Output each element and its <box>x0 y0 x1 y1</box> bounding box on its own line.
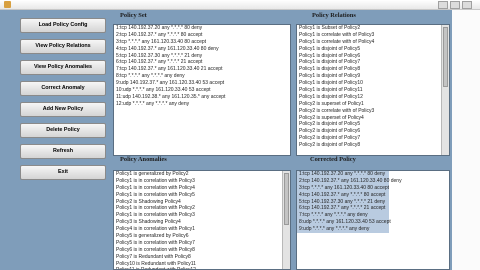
corrected-policy-item[interactable]: 4:tcp 140.192.37.* any *.*.*.* 80 accept <box>297 191 389 199</box>
refresh-button[interactable]: Refresh <box>20 144 106 159</box>
policy-relation-item[interactable]: Policy2 is disjoint of Policy7 <box>297 135 449 142</box>
policy-relation-item[interactable]: Policy2 is superset of Policy1 <box>297 101 449 108</box>
policy-set-item[interactable]: 3:tcp *.*.*.* any 161.120.33.40 80 accep… <box>114 39 290 46</box>
corrected-policy-list[interactable]: 1:tcp 140.192.37.20 any *.*.*.* 80 deny 2… <box>296 170 450 270</box>
policy-relation-item[interactable]: Policy2 is superset of Policy4 <box>297 115 449 122</box>
corrected-policy-item[interactable]: 9:udp *.*.*.* any *.*.*.* any deny <box>297 226 389 234</box>
policy-relation-item[interactable]: Policy1 is disjoint of Policy7 <box>297 59 449 66</box>
relations-scroll-thumb[interactable] <box>443 27 448 87</box>
policy-relation-item[interactable]: Policy1 is Subset of Policy2 <box>297 25 449 32</box>
correct-anomaly-button[interactable]: Correct Anomaly <box>20 81 106 96</box>
policy-set-item[interactable]: 6:tcp 140.192.37.* any *.*.*.* 21 accept <box>114 59 290 66</box>
policy-relation-item[interactable]: Policy1 is correlate with of Policy3 <box>297 32 449 39</box>
policy-set-item[interactable]: 10:udp *.*.*.* any 161.120.33.40 53 acce… <box>114 87 290 94</box>
corrected-policy-item[interactable]: 3:tcp *.*.*.* any 161.120.33.40 80 accep… <box>297 184 389 192</box>
policy-anomalies-list[interactable]: Policy1 is generalized by Policy2 Policy1… <box>113 170 291 270</box>
policy-relations-list[interactable]: Policy1 is Subset of Policy2 Policy1 is c… <box>296 24 450 156</box>
policy-relation-item[interactable]: Policy1 is disjoint of Policy6 <box>297 53 449 60</box>
policy-set-item[interactable]: 9:udp 140.192.37.* any 161.120.33.40 53 … <box>114 80 290 87</box>
policy-relation-item[interactable]: Policy1 is disjoint of Policy10 <box>297 80 449 87</box>
anomalies-scroll-thumb[interactable] <box>284 173 289 225</box>
policy-relation-item[interactable]: Policy1 is disjoint of Policy11 <box>297 87 449 94</box>
policy-anomaly-item[interactable]: Policy1 is generalized by Policy2 <box>114 171 290 178</box>
policy-anomaly-item[interactable]: Policy1 is in correlation with Policy3 <box>114 212 290 219</box>
policy-relation-item[interactable]: Policy2 is disjoint of Policy5 <box>297 121 449 128</box>
policy-set-item[interactable]: 5:tcp 140.192.37.30 any *.*.*.* 21 deny <box>114 53 290 60</box>
maximize-button[interactable] <box>450 1 460 9</box>
policy-anomaly-item[interactable]: Policy5 is generalized by Policy6 <box>114 233 290 240</box>
main-panel: Load Policy Config View Policy Relations… <box>0 10 452 270</box>
anomalies-scrollbar[interactable] <box>282 171 290 269</box>
policy-anomaly-item[interactable]: Policy5 is in correlation with Policy7 <box>114 240 290 247</box>
app-window: Load Policy Config View Policy Relations… <box>0 0 480 270</box>
policy-anomaly-item[interactable]: Policy6 is in correlation with Policy8 <box>114 247 290 254</box>
corrected-policy-item[interactable]: 5:tcp 140.192.37.30 any *.*.*.* 21 deny <box>297 198 389 206</box>
add-new-policy-button[interactable]: Add New Policy <box>20 102 106 117</box>
corrected-policy-item[interactable]: 7:tcp *.*.*.* any *.*.*.* any deny <box>297 212 389 220</box>
policy-relation-item[interactable]: Policy2 is correlate with of Policy3 <box>297 108 449 115</box>
action-buttons: Load Policy Config View Policy Relations… <box>20 18 106 186</box>
corrected-policy-item[interactable]: 6:tcp 140.192.37.* any *.*.*.* 21 accept <box>297 205 389 213</box>
view-policy-anomalies-button[interactable]: View Policy Anomalies <box>20 60 106 75</box>
policy-anomaly-item[interactable]: Policy4 is in correlation with Policy1 <box>114 226 290 233</box>
policy-anomaly-item[interactable]: Policy10 is Redundant with Policy11 <box>114 261 290 268</box>
load-policy-config-button[interactable]: Load Policy Config <box>20 18 106 33</box>
corrected-policy-item[interactable]: 8:udp *.*.*.* any 161.120.33.40 53 accep… <box>297 219 391 227</box>
policy-anomaly-item[interactable]: Policy1 is in correlation with Policy4 <box>114 185 290 192</box>
relations-scrollbar[interactable] <box>441 25 449 155</box>
policy-set-item[interactable]: 12:udp *.*.*.* any *.*.*.* any deny <box>114 101 290 108</box>
policy-set-item[interactable]: 1:tcp 140.192.37.20 any *.*.*.* 80 deny <box>114 25 290 32</box>
policy-set-item[interactable]: 11:udp 140.192.38.* any 161.120.35.* any… <box>114 94 290 101</box>
policy-relation-item[interactable]: Policy1 is correlate with of Policy4 <box>297 39 449 46</box>
title-bar <box>0 0 480 10</box>
background-strip <box>452 10 480 270</box>
corrected-policy-item[interactable]: 1:tcp 140.192.37.20 any *.*.*.* 80 deny <box>297 171 389 178</box>
policy-anomaly-item[interactable]: Policy3 is Shadowing Policy4 <box>114 219 290 226</box>
policy-relations-title: Policy Relations <box>312 12 356 19</box>
policy-set-item[interactable]: 7:tcp 140.192.37.* any 161.120.33.40 21 … <box>114 66 290 73</box>
exit-button[interactable]: Exit <box>20 165 106 180</box>
policy-anomaly-item[interactable]: Policy2 is Shadowing Policy4 <box>114 199 290 206</box>
policy-set-item[interactable]: 4:tcp 140.192.37.* any 161.120.33.40 80 … <box>114 46 290 53</box>
policy-anomaly-item[interactable]: Policy7 is Redundant with Policy8 <box>114 254 290 261</box>
corrected-policy-item[interactable]: 2:tcp 140.192.37.* any 161.120.33.40 80 … <box>297 177 402 185</box>
minimize-button[interactable] <box>438 1 448 9</box>
app-icon <box>4 1 11 8</box>
policy-set-list[interactable]: 1:tcp 140.192.37.20 any *.*.*.* 80 deny 2… <box>113 24 291 156</box>
policy-anomaly-item[interactable]: Policy1 is in correlation with Policy5 <box>114 192 290 199</box>
policy-relation-item[interactable]: Policy1 is disjoint of Policy12 <box>297 94 449 101</box>
policy-relation-item[interactable]: Policy1 is disjoint of Policy5 <box>297 46 449 53</box>
policy-relation-item[interactable]: Policy1 is disjoint of Policy9 <box>297 73 449 80</box>
delete-policy-button[interactable]: Delete Policy <box>20 123 106 138</box>
close-button[interactable] <box>462 1 472 9</box>
corrected-policy-title: Corrected Policy <box>310 156 356 163</box>
policy-anomalies-title: Policy Anomalies <box>120 156 167 163</box>
policy-set-title: Policy Set <box>120 12 147 19</box>
policy-relation-item[interactable]: Policy2 is disjoint of Policy8 <box>297 142 449 149</box>
view-policy-relations-button[interactable]: View Policy Relations <box>20 39 106 54</box>
policy-set-item[interactable]: 2:tcp 140.192.37.* any *.*.*.* 80 accept <box>114 32 290 39</box>
policy-relation-item[interactable]: Policy1 is disjoint of Policy8 <box>297 66 449 73</box>
policy-set-item[interactable]: 8:tcp *.*.*.* any *.*.*.* any deny <box>114 73 290 80</box>
policy-relation-item[interactable]: Policy2 is disjoint of Policy6 <box>297 128 449 135</box>
policy-anomaly-item[interactable]: Policy1 is in correlation with Policy3 <box>114 178 290 185</box>
policy-anomaly-item[interactable]: Policy1 is in correlation with Policy2 <box>114 205 290 212</box>
